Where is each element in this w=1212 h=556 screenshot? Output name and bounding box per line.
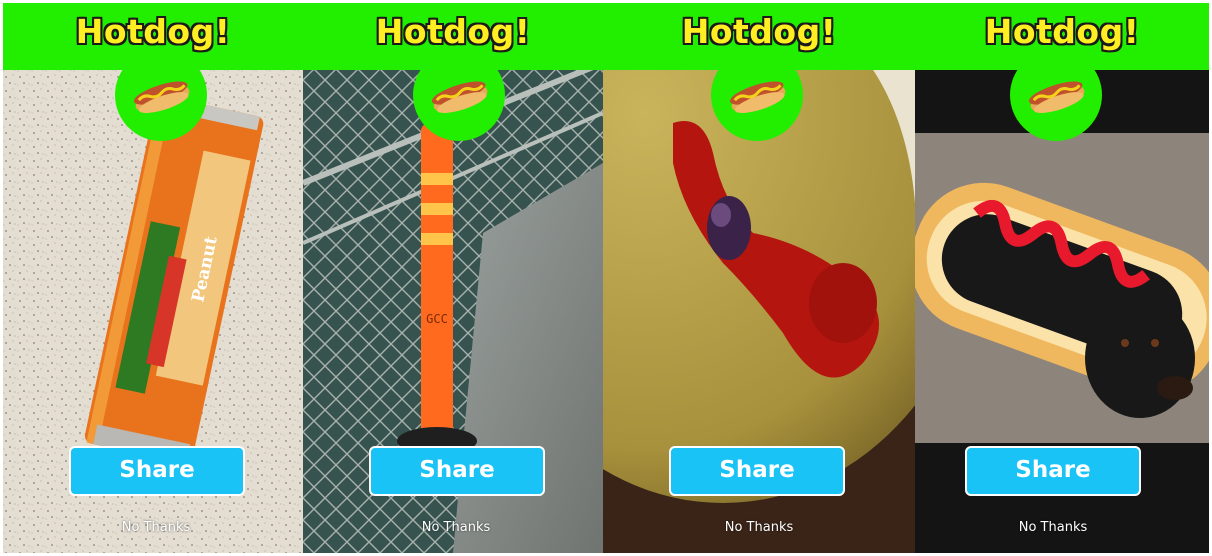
hotdog-icon [431,81,488,113]
hotdog-icon [1028,81,1085,113]
result-panel-traffic-post: GCC Hotdog! Share No Thanks [303,3,603,553]
gcc-label: GCC [426,312,448,326]
result-panel-granola-bar: Peanut Hotdog! Share No Thanks [3,3,303,553]
hotdog-icon [729,81,786,113]
result-panel-ketchup-plate: Hotdog! Share No Thanks [603,3,915,553]
share-button[interactable]: Share [965,446,1141,496]
share-button[interactable]: Share [369,446,545,496]
title-banner: Hotdog! [603,3,915,70]
no-thanks-link[interactable]: No Thanks [66,520,246,535]
title-banner: Hotdog! [3,3,303,70]
title-banner: Hotdog! [303,3,603,70]
hotdog-title: Hotdog! [984,12,1140,51]
no-thanks-link[interactable]: No Thanks [366,520,546,535]
hotdog-title: Hotdog! [681,12,837,51]
screenshot-strip: Peanut Hotdog! Share No Thanks GCC Hotdo… [3,3,1209,553]
title-banner: Hotdog! [915,3,1209,70]
share-button[interactable]: Share [69,446,245,496]
hotdog-title: Hotdog! [375,12,531,51]
hotdog-icon [133,81,190,113]
no-thanks-link[interactable]: No Thanks [963,520,1143,535]
hotdog-title: Hotdog! [75,12,231,51]
result-panel-dog-costume: Hotdog! Share No Thanks [915,3,1209,553]
no-thanks-link[interactable]: No Thanks [669,520,849,535]
share-button[interactable]: Share [669,446,845,496]
